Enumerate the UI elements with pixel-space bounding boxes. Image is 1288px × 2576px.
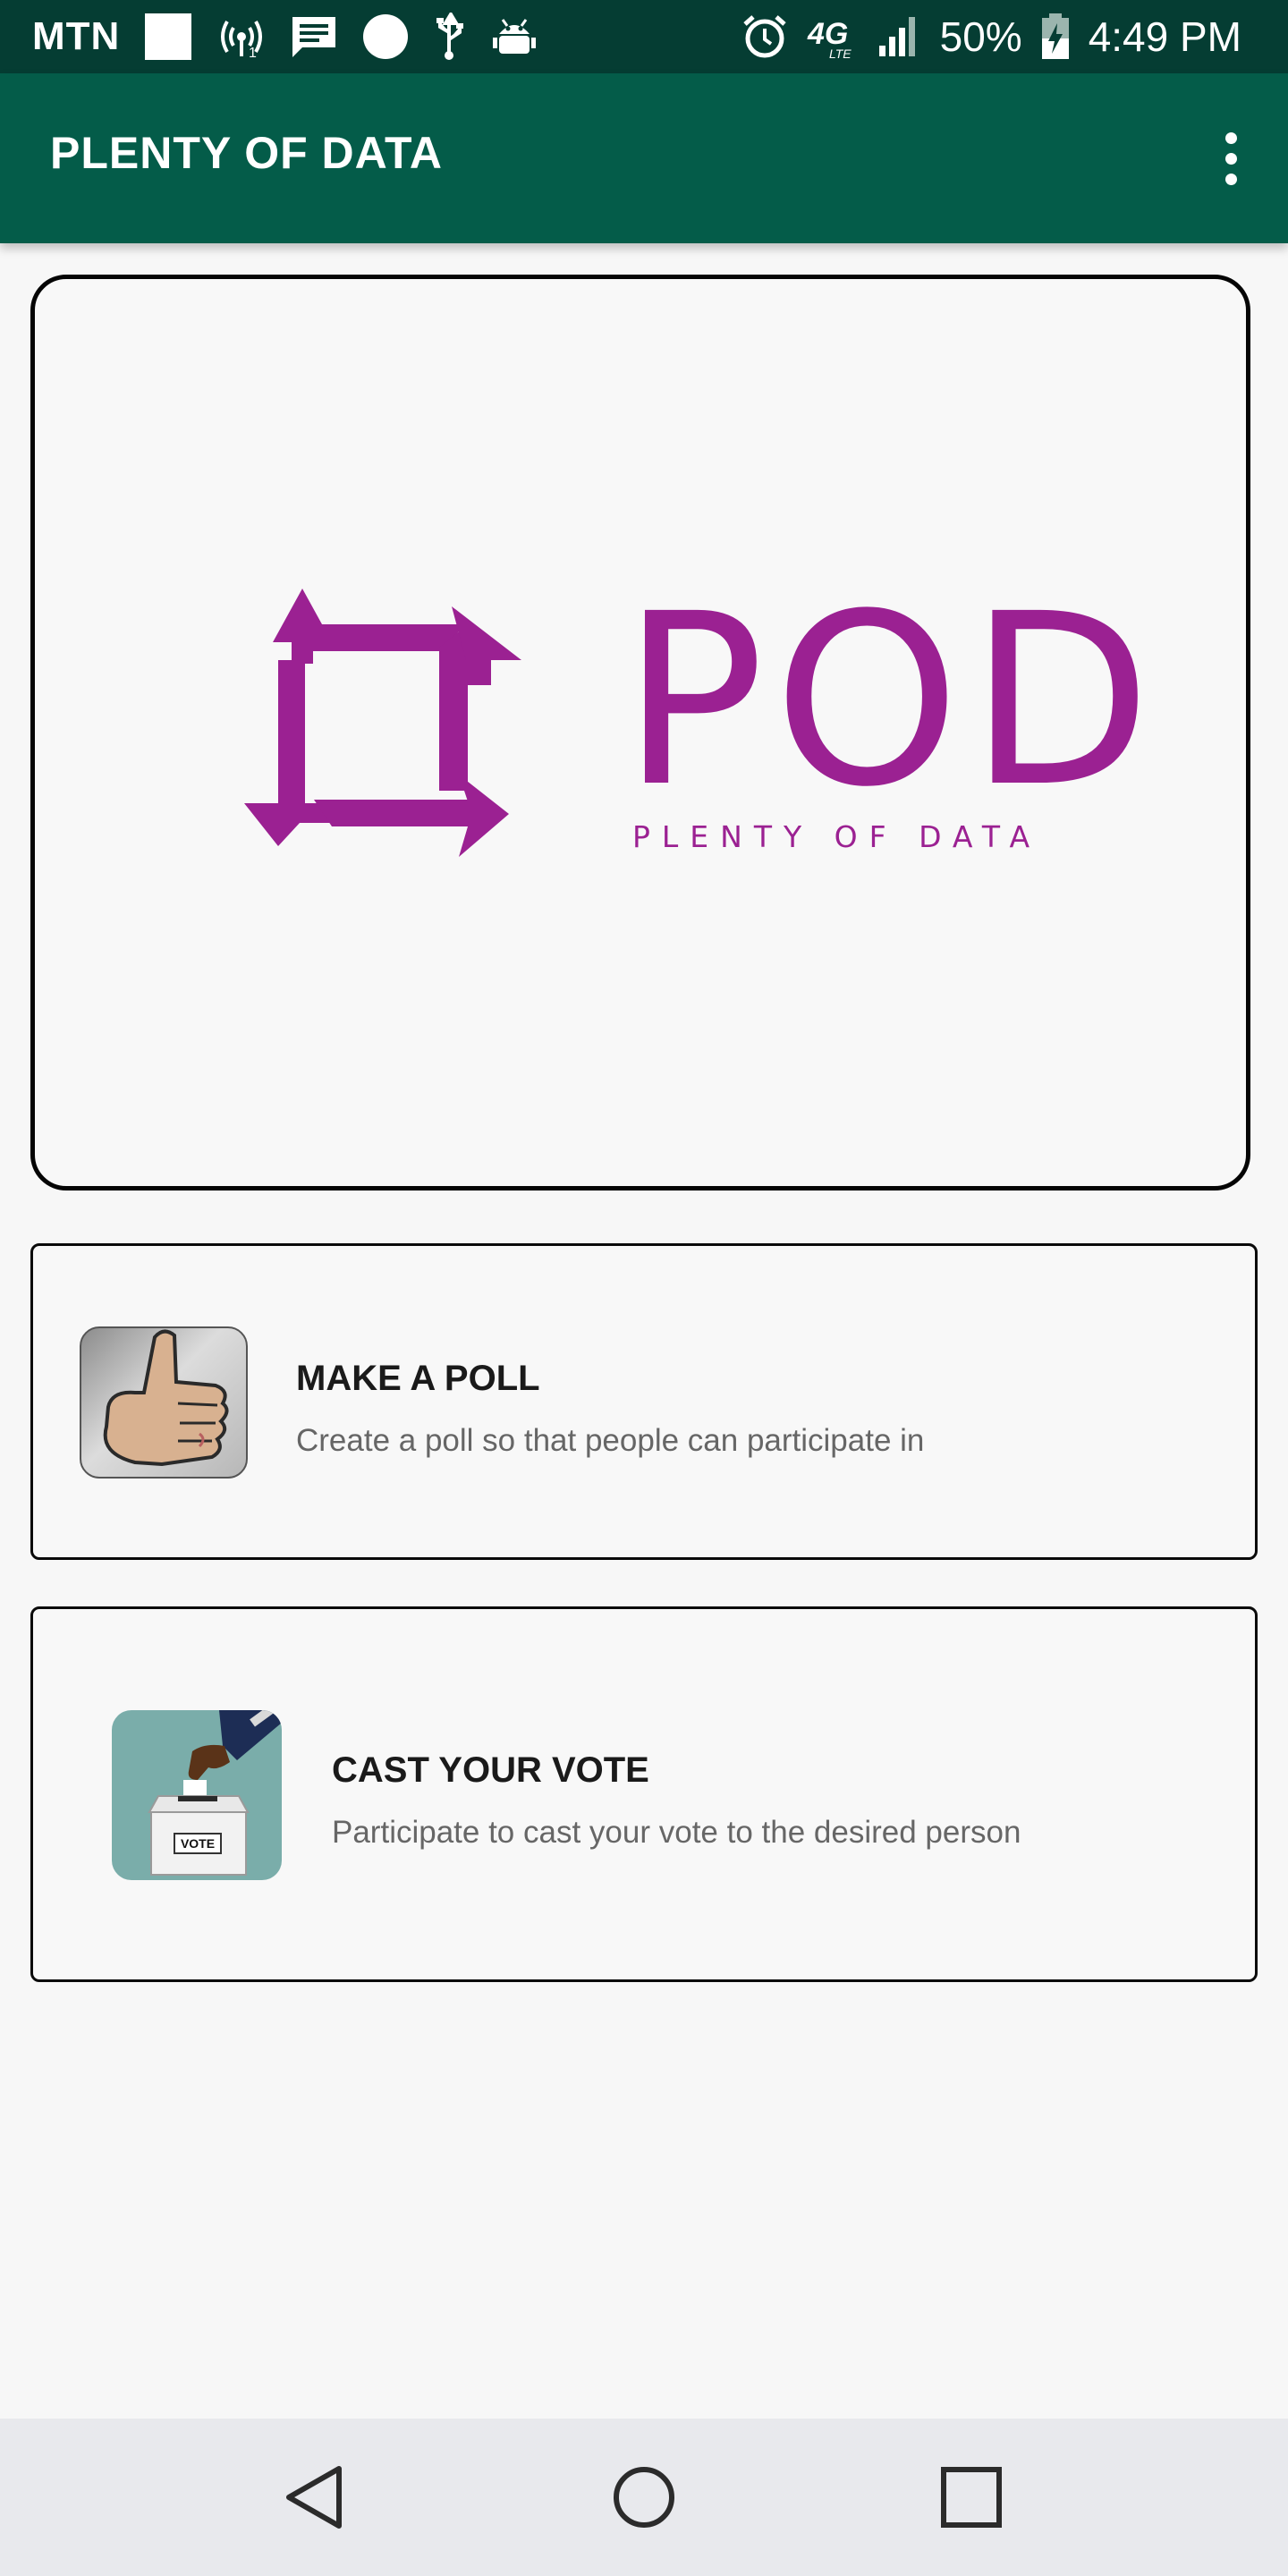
thumbs-up-icon xyxy=(80,1326,248,1479)
svg-text:1: 1 xyxy=(249,46,257,59)
overflow-dot xyxy=(1224,152,1237,165)
logo-tagline: PLENTY OF DATA xyxy=(632,819,1042,854)
system-nav-bar xyxy=(0,2419,1288,2576)
status-left: MTN 1 xyxy=(32,0,537,73)
app-bar: PLENTY OF DATA xyxy=(0,73,1288,243)
recents-icon[interactable] xyxy=(936,2462,1007,2533)
usb-icon xyxy=(433,13,469,61)
home-icon[interactable] xyxy=(608,2462,680,2533)
signal-icon xyxy=(877,15,922,58)
back-icon[interactable] xyxy=(279,2462,351,2533)
cast-vote-card[interactable]: VOTE CAST YOUR VOTE Participate to cast … xyxy=(30,1606,1258,1982)
hotspot-icon: 1 xyxy=(216,14,267,59)
4g-lte-icon: 4G LTE xyxy=(806,13,860,60)
pod-logo-icon xyxy=(244,589,530,879)
logo-banner: POD PLENTY OF DATA xyxy=(30,275,1250,1191)
battery-charging-icon xyxy=(1040,13,1071,61)
alarm-icon xyxy=(741,13,788,60)
svg-text:VOTE: VOTE xyxy=(181,1836,215,1851)
status-bar: MTN 1 4G LTE 50% 4:49 PM xyxy=(0,0,1288,73)
status-right: 4G LTE 50% 4:49 PM xyxy=(741,0,1241,73)
message-icon xyxy=(290,14,338,59)
sim-icon xyxy=(143,12,193,62)
svg-text:LTE: LTE xyxy=(829,47,852,60)
logo-wordmark: POD xyxy=(622,564,1161,839)
card-title: CAST YOUR VOTE xyxy=(332,1750,649,1790)
more-vert-icon[interactable] xyxy=(1204,118,1258,199)
overflow-dot xyxy=(1224,131,1237,144)
card-description: Participate to cast your vote to the des… xyxy=(332,1815,1021,1850)
ballot-box-icon: VOTE xyxy=(112,1710,282,1880)
card-title: MAKE A POLL xyxy=(296,1359,540,1398)
card-description: Create a poll so that people can partici… xyxy=(296,1423,925,1458)
circle-icon xyxy=(361,13,410,61)
make-poll-card[interactable]: MAKE A POLL Create a poll so that people… xyxy=(30,1243,1258,1560)
overflow-dot xyxy=(1224,173,1237,185)
android-debug-icon xyxy=(492,14,537,59)
app-title: PLENTY OF DATA xyxy=(50,128,443,178)
clock: 4:49 PM xyxy=(1088,13,1241,60)
battery-percent: 50% xyxy=(939,13,1022,60)
carrier-name: MTN xyxy=(32,14,121,58)
